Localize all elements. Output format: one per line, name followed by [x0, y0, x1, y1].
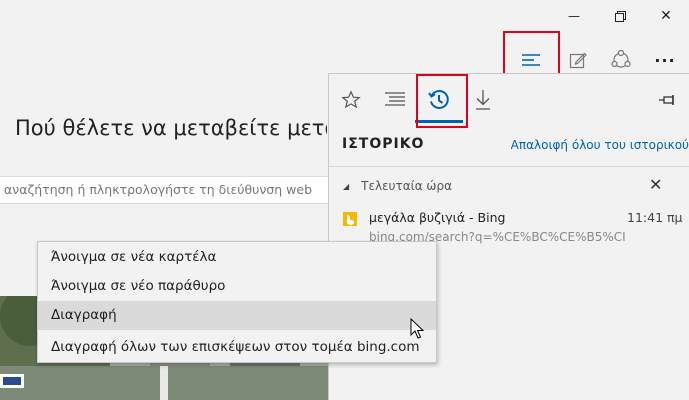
- close-icon: ✕: [649, 175, 663, 194]
- web-note-icon: [569, 52, 587, 69]
- clear-all-history-link[interactable]: Απαλοιφή όλου του ιστορικού: [511, 138, 689, 152]
- menu-item-open-new-tab[interactable]: Άνοιγμα σε νέα καρτέλα: [38, 243, 436, 272]
- hub-title: ΙΣΤΟΡΙΚΟ: [342, 136, 425, 152]
- history-entry-time: 11:41 πμ: [627, 210, 683, 225]
- restore-icon: [614, 10, 626, 22]
- tab-favorites[interactable]: [331, 80, 371, 120]
- context-menu: Άνοιγμα σε νέα καρτέλα Άνοιγμα σε νέο πα…: [37, 241, 437, 363]
- share-icon: [611, 50, 631, 68]
- history-group-label: Τελευταία ώρα: [361, 179, 452, 193]
- pin-button[interactable]: [647, 80, 687, 120]
- history-tab-highlight: [416, 74, 468, 128]
- history-entry-title: μεγάλα βυζιγιά - Bing: [369, 210, 506, 225]
- history-group-header[interactable]: ◢ Τελευταία ώρα: [343, 179, 452, 193]
- menu-item-delete-all-domain[interactable]: Διαγραφή όλων των επισκέψεων στον τομέα …: [38, 333, 436, 362]
- menu-item-delete[interactable]: Διαγραφή: [38, 301, 436, 330]
- minimize-icon: —: [568, 9, 580, 23]
- close-icon: ✕: [660, 8, 672, 24]
- search-input[interactable]: αναζήτηση ή πληκτρολογήστε τη διεύθυνση …: [0, 176, 329, 204]
- tab-downloads[interactable]: [463, 80, 503, 120]
- page-headline: Πού θέλετε να μεταβείτε μετά;: [15, 116, 327, 140]
- pin-icon: [659, 95, 674, 105]
- history-entry[interactable]: μεγάλα βυζιγιά - Bing 11:41 πμ bing.com/…: [343, 210, 689, 244]
- title-bar: — ✕: [0, 0, 689, 32]
- divider: [329, 166, 689, 167]
- remove-group-button[interactable]: ✕: [649, 175, 662, 194]
- more-icon: ···: [654, 50, 676, 70]
- menu-item-open-new-window[interactable]: Άνοιγμα σε νέο παράθυρο: [38, 272, 436, 301]
- restore-button[interactable]: [597, 0, 643, 32]
- mouse-cursor-icon: [410, 318, 424, 339]
- tab-reading-list[interactable]: [375, 80, 415, 120]
- minimize-button[interactable]: —: [551, 0, 597, 32]
- bing-favicon-icon: [343, 212, 357, 226]
- reading-list-icon: [385, 92, 405, 106]
- close-button[interactable]: ✕: [643, 0, 689, 32]
- downloads-icon: [476, 90, 490, 110]
- collapse-triangle-icon: ◢: [343, 181, 350, 191]
- favorites-icon: [341, 90, 361, 109]
